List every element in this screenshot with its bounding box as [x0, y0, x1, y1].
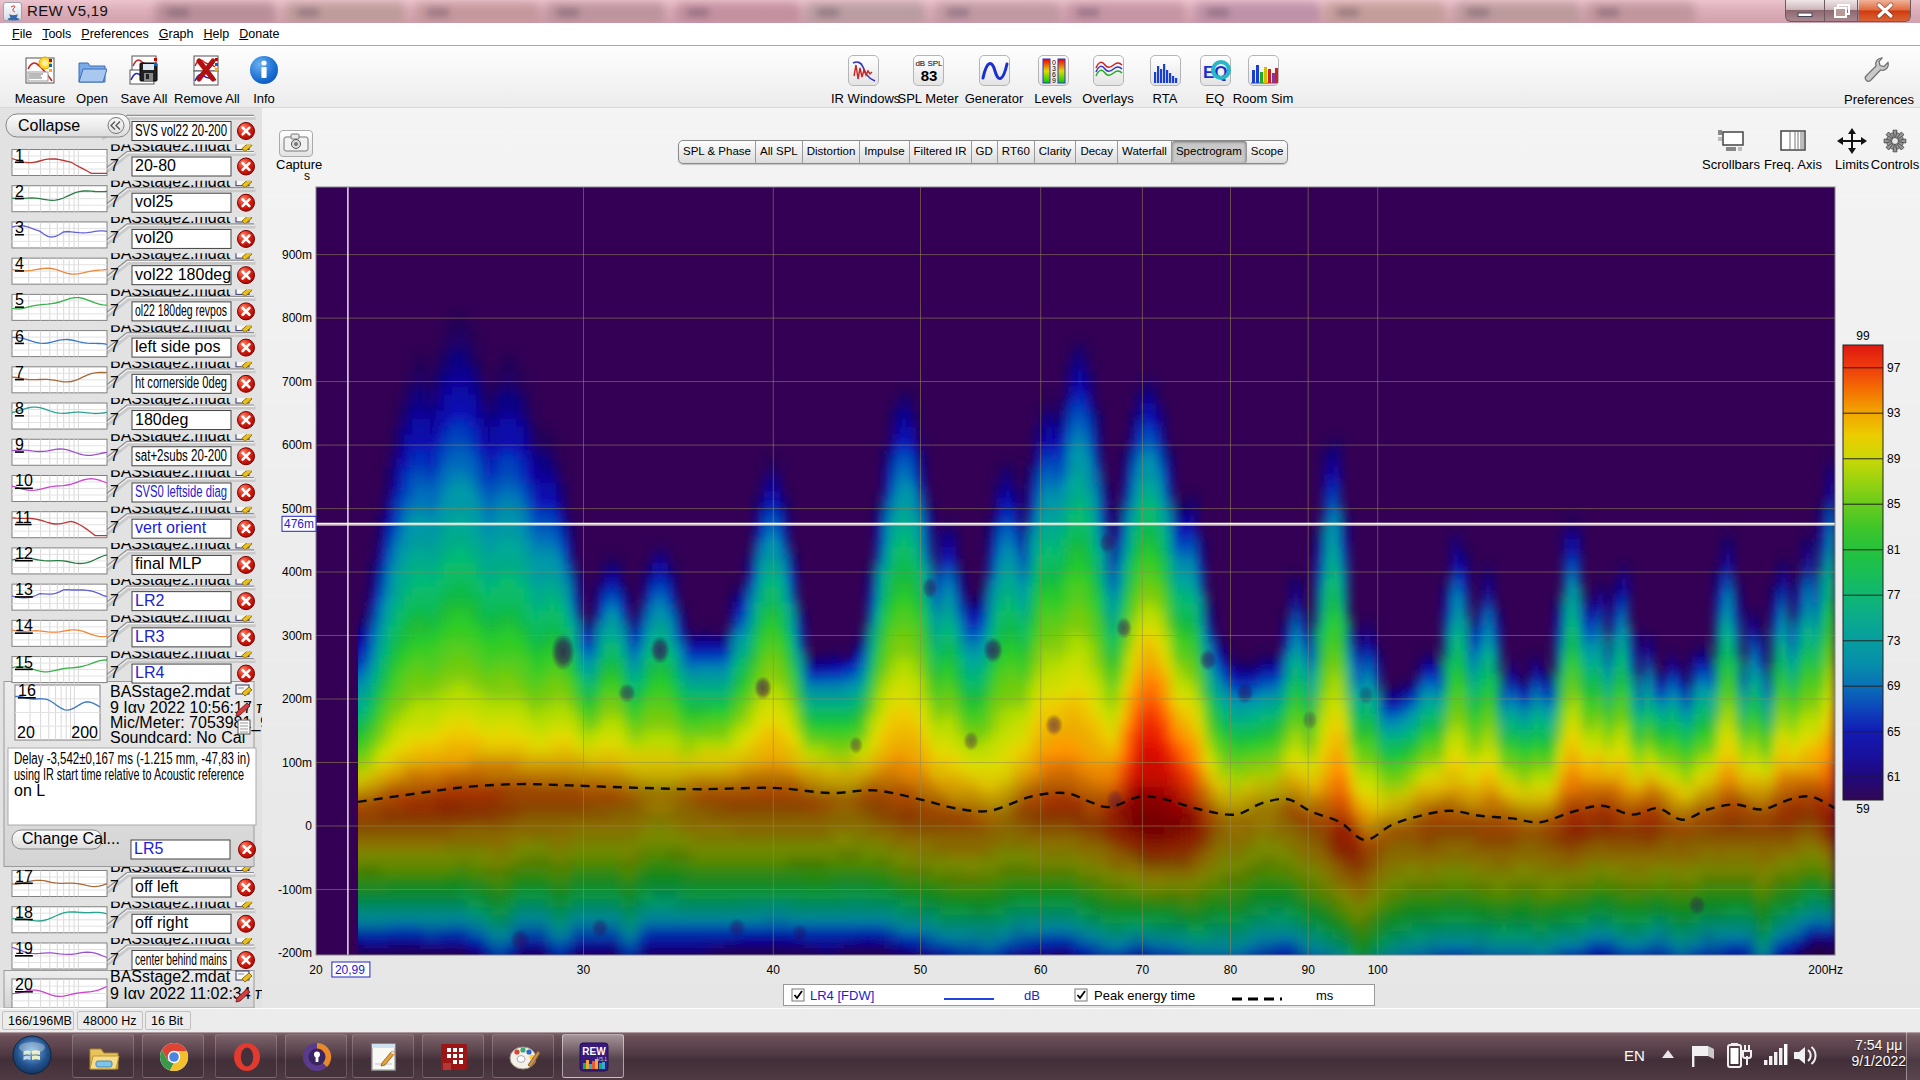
svg-text:65: 65 — [1887, 725, 1901, 739]
svg-text:89: 89 — [1887, 452, 1901, 466]
svg-text:-200m: -200m — [278, 946, 312, 960]
svg-text:81: 81 — [1887, 543, 1901, 557]
svg-text:73: 73 — [1887, 634, 1901, 648]
svg-text:85: 85 — [1887, 497, 1901, 511]
svg-text:90: 90 — [1302, 963, 1316, 977]
svg-text:476m: 476m — [284, 517, 314, 531]
svg-text:97: 97 — [1887, 361, 1901, 375]
svg-text:40: 40 — [767, 963, 781, 977]
svg-text:V5.1: V5.1 — [597, 1056, 608, 1062]
svg-text:20: 20 — [309, 963, 323, 977]
svg-text:800m: 800m — [282, 311, 312, 325]
svg-text:200Hz: 200Hz — [1808, 963, 1843, 977]
svg-text:61: 61 — [1887, 770, 1901, 784]
svg-text:100m: 100m — [282, 756, 312, 770]
svg-text:30: 30 — [577, 963, 591, 977]
svg-text:0: 0 — [305, 819, 312, 833]
svg-text:EN: EN — [1624, 1047, 1645, 1064]
svg-text:59: 59 — [1856, 802, 1870, 816]
svg-text:200m: 200m — [282, 692, 312, 706]
svg-text:93: 93 — [1887, 406, 1901, 420]
svg-text:-100m: -100m — [278, 883, 312, 897]
svg-text:77: 77 — [1887, 588, 1901, 602]
svg-text:80: 80 — [1224, 963, 1238, 977]
svg-text:60: 60 — [1034, 963, 1048, 977]
svg-text:69: 69 — [1887, 679, 1901, 693]
svg-text:600m: 600m — [282, 438, 312, 452]
svg-text:400m: 400m — [282, 565, 312, 579]
svg-text:900m: 900m — [282, 248, 312, 262]
svg-text:700m: 700m — [282, 375, 312, 389]
svg-text:99: 99 — [1856, 329, 1870, 343]
svg-text:20,99: 20,99 — [335, 963, 365, 977]
svg-text:50: 50 — [914, 963, 928, 977]
svg-text:500m: 500m — [282, 502, 312, 516]
svg-text:70: 70 — [1136, 963, 1150, 977]
svg-text:300m: 300m — [282, 629, 312, 643]
svg-text:100: 100 — [1368, 963, 1388, 977]
